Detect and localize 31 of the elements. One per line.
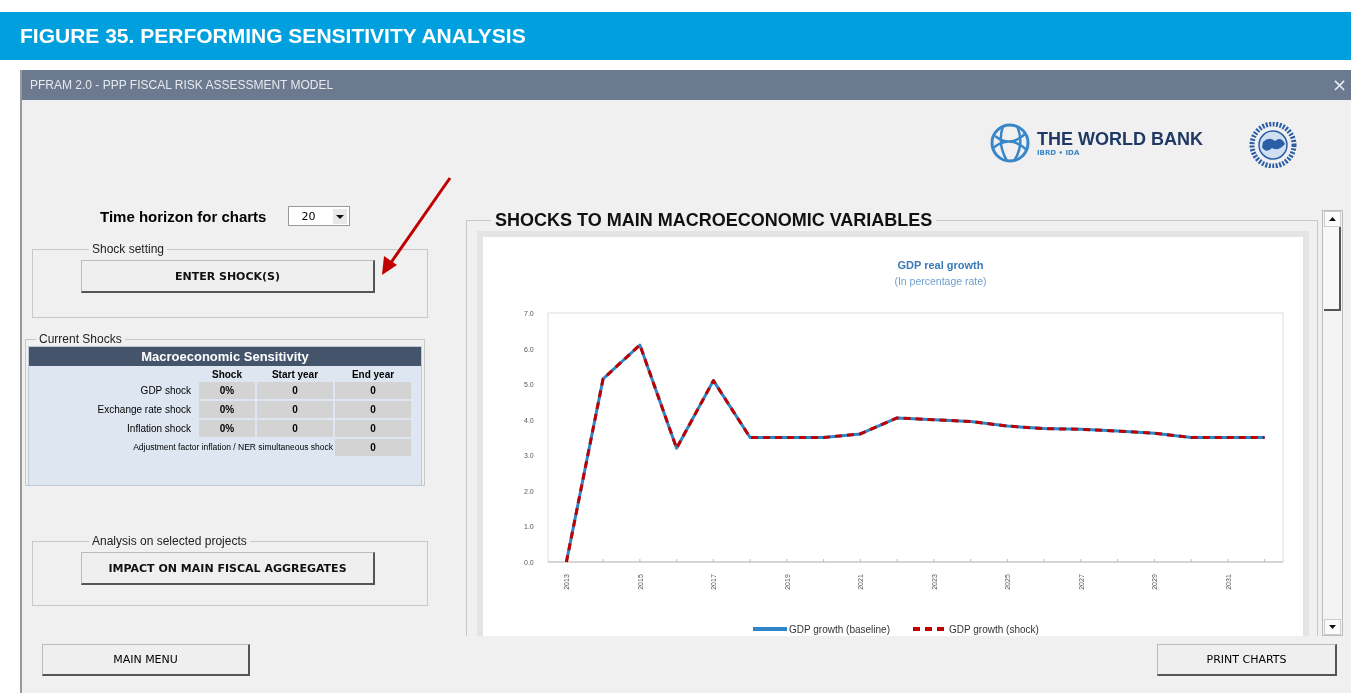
legend-label: GDP growth (baseline)	[789, 624, 890, 635]
row-label: GDP shock	[139, 384, 192, 398]
group-label: Analysis on selected projects	[91, 534, 248, 548]
section-heading: SHOCKS TO MAIN MACROECONOMIC VARIABLES	[494, 210, 934, 231]
table-cell: 0	[257, 401, 333, 418]
table-cell: 0%	[199, 401, 255, 418]
table-cell: 0	[335, 439, 411, 456]
legend-label: GDP growth (shock)	[949, 624, 1039, 635]
column-header: Shock	[211, 369, 243, 380]
table-cell: 0%	[199, 420, 255, 437]
table-title: Macroeconomic Sensitivity	[29, 347, 421, 366]
row-label: Inflation shock	[126, 422, 192, 436]
row-label: Adjustment factor inflation / NER simultaneous shock	[132, 441, 333, 454]
chart-title: GDP real growth	[897, 259, 984, 271]
row-label: Exchange rate shock	[96, 403, 192, 417]
column-header: End year	[350, 369, 396, 380]
group-label: Shock setting	[91, 242, 166, 256]
table-cell: 0	[335, 401, 411, 418]
chart-subtitle: (In percentage rate)	[894, 275, 987, 287]
figure-caption: FIGURE 35. PERFORMING SENSITIVITY ANALYSIS	[0, 12, 1351, 60]
table-cell: 0%	[199, 382, 255, 399]
group-label: Current Shocks	[38, 332, 123, 346]
table-cell: 0	[257, 382, 333, 399]
table-cell: 0	[257, 420, 333, 437]
field-label: Time horizon for charts	[100, 207, 267, 225]
table-cell: 0	[335, 382, 411, 399]
column-header: Start year	[270, 369, 320, 380]
table-cell: 0	[335, 420, 411, 437]
logo-name: THE WORLD BANK	[1037, 129, 1203, 149]
window-title: PFRAM 2.0 - PPP FISCAL RISK ASSESSMENT MODEL	[30, 78, 334, 92]
dropdown-value: 20	[301, 209, 316, 223]
